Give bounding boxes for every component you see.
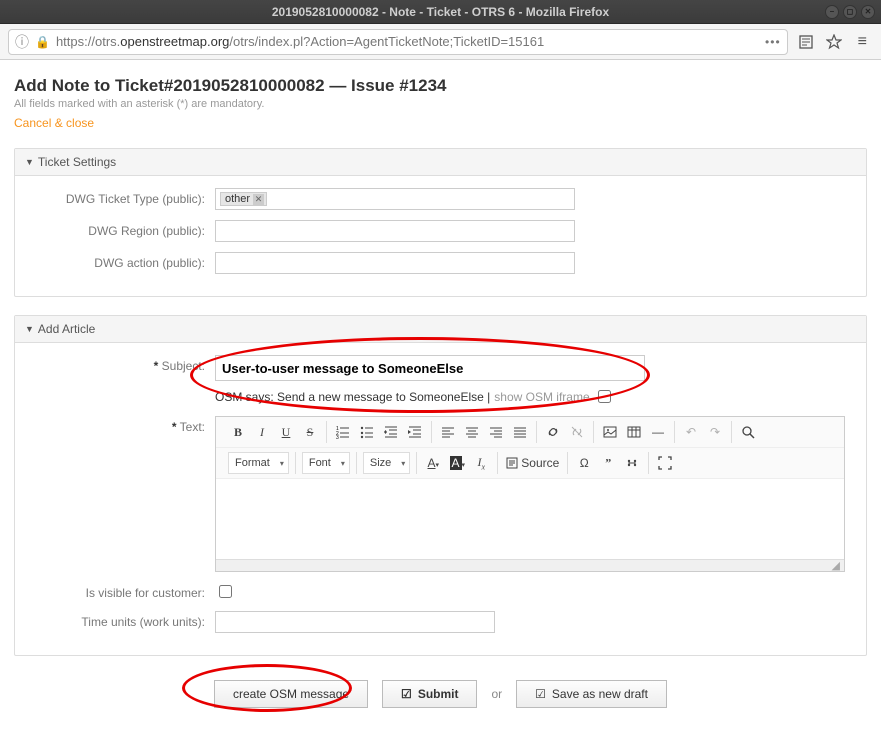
underline-button[interactable]: U xyxy=(276,421,296,443)
mandatory-note: All fields marked with an asterisk (*) a… xyxy=(14,98,867,110)
caret-down-icon: ▼ xyxy=(25,157,34,167)
ticket-settings-widget: ▼ Ticket Settings DWG Ticket Type (publi… xyxy=(14,148,867,297)
unlink-button[interactable] xyxy=(567,421,587,443)
visible-for-customer-checkbox[interactable] xyxy=(219,585,232,598)
dwg-region-label: DWG Region (public): xyxy=(35,220,215,238)
add-article-header[interactable]: ▼ Add Article xyxy=(15,316,866,343)
ticket-settings-title: Ticket Settings xyxy=(38,155,116,169)
show-osm-iframe-checkbox[interactable] xyxy=(598,390,611,403)
align-left-button[interactable] xyxy=(438,421,458,443)
code-snippet-button[interactable] xyxy=(622,452,642,474)
numbered-list-button[interactable]: 123 xyxy=(333,421,353,443)
bookmark-star-icon[interactable] xyxy=(824,32,844,52)
page-title: Add Note to Ticket#2019052810000082 — Is… xyxy=(14,76,867,96)
remove-format-button[interactable]: Ix xyxy=(471,452,491,474)
hamburger-menu-icon[interactable]: ≡ xyxy=(852,33,873,51)
page-content: Add Note to Ticket#2019052810000082 — Is… xyxy=(0,60,881,738)
dwg-action-field[interactable] xyxy=(215,252,575,274)
show-osm-iframe-link[interactable]: show OSM iframe xyxy=(494,390,589,404)
bullet-list-button[interactable] xyxy=(357,421,377,443)
ticket-settings-header[interactable]: ▼ Ticket Settings xyxy=(15,149,866,176)
save-draft-icon: ☑ xyxy=(535,687,546,701)
remove-tag-icon[interactable]: ✕ xyxy=(253,194,264,205)
rich-text-editor: B I U S 123 xyxy=(215,416,845,572)
identity-icon[interactable]: ⓘ xyxy=(15,32,29,52)
maximize-button[interactable]: ◻ xyxy=(843,5,857,19)
text-color-button[interactable]: A▾ xyxy=(423,452,443,474)
reader-mode-icon[interactable] xyxy=(796,32,816,52)
strikethrough-button[interactable]: S xyxy=(300,421,320,443)
dwg-ticket-type-label: DWG Ticket Type (public): xyxy=(35,188,215,206)
align-justify-button[interactable] xyxy=(510,421,530,443)
bold-button[interactable]: B xyxy=(228,421,248,443)
or-text: or xyxy=(491,687,502,701)
outdent-button[interactable] xyxy=(381,421,401,443)
page-actions-icon[interactable]: ••• xyxy=(765,35,781,49)
cancel-and-close-link[interactable]: Cancel & close xyxy=(14,116,867,130)
font-combo[interactable]: Font xyxy=(302,452,350,474)
dwg-ticket-type-tag: other ✕ xyxy=(220,192,267,206)
minimize-button[interactable]: – xyxy=(825,5,839,19)
find-button[interactable] xyxy=(738,421,758,443)
window-title: 2019052810000082 - Note - Ticket - OTRS … xyxy=(272,5,609,19)
editor-resize-handle[interactable]: ◢ xyxy=(216,559,844,571)
browser-address-bar: ⓘ 🔒 https://otrs.openstreetmap.org/otrs/… xyxy=(0,24,881,60)
subject-input[interactable] xyxy=(215,355,645,381)
editor-toolbar-row-1: B I U S 123 xyxy=(216,417,844,448)
subject-label: * Subject: xyxy=(35,355,215,373)
redo-button[interactable]: ↷ xyxy=(705,421,725,443)
close-window-button[interactable]: ✕ xyxy=(861,5,875,19)
add-article-title: Add Article xyxy=(38,322,95,336)
osm-hint: OSM says: Send a new message to SomeoneE… xyxy=(215,387,846,406)
link-button[interactable] xyxy=(543,421,563,443)
source-button[interactable]: Source xyxy=(504,452,561,474)
url-text: https://otrs.openstreetmap.org/otrs/inde… xyxy=(56,34,759,49)
size-combo[interactable]: Size xyxy=(363,452,410,474)
svg-text:3: 3 xyxy=(336,435,339,439)
horizontal-rule-button[interactable]: ― xyxy=(648,421,668,443)
dwg-action-label: DWG action (public): xyxy=(35,252,215,270)
special-char-button[interactable]: Ω xyxy=(574,452,594,474)
italic-button[interactable]: I xyxy=(252,421,272,443)
time-units-input[interactable] xyxy=(215,611,495,633)
editor-toolbar-row-2: Format Font Size A▾ A▾ Ix xyxy=(216,448,844,479)
maximize-editor-button[interactable] xyxy=(655,452,675,474)
caret-down-icon: ▼ xyxy=(25,324,34,334)
url-field[interactable]: ⓘ 🔒 https://otrs.openstreetmap.org/otrs/… xyxy=(8,29,788,55)
submit-button[interactable]: ☑ Submit xyxy=(382,680,477,708)
time-units-label: Time units (work units): xyxy=(35,611,215,629)
indent-button[interactable] xyxy=(405,421,425,443)
align-center-button[interactable] xyxy=(462,421,482,443)
undo-button[interactable]: ↶ xyxy=(681,421,701,443)
check-icon: ☑ xyxy=(401,687,412,701)
save-as-draft-button[interactable]: ☑ Save as new draft xyxy=(516,680,667,708)
dwg-ticket-type-field[interactable]: other ✕ xyxy=(215,188,575,210)
footer-actions: create OSM message ☑ Submit or ☑ Save as… xyxy=(14,680,867,718)
format-combo[interactable]: Format xyxy=(228,452,289,474)
window-titlebar: 2019052810000082 - Note - Ticket - OTRS … xyxy=(0,0,881,24)
text-label: * Text: xyxy=(35,416,215,434)
add-article-widget: ▼ Add Article * Subject: OSM says: Send … xyxy=(14,315,867,656)
create-osm-message-button[interactable]: create OSM message xyxy=(214,680,368,708)
bg-color-button[interactable]: A▾ xyxy=(447,452,467,474)
align-right-button[interactable] xyxy=(486,421,506,443)
lock-icon: 🔒 xyxy=(35,35,50,49)
image-button[interactable] xyxy=(600,421,620,443)
visible-for-customer-label: Is visible for customer: xyxy=(35,582,215,600)
editor-content-area[interactable] xyxy=(216,479,844,559)
table-button[interactable] xyxy=(624,421,644,443)
smart-quotes-button[interactable]: ˮ xyxy=(598,452,618,474)
dwg-region-field[interactable] xyxy=(215,220,575,242)
